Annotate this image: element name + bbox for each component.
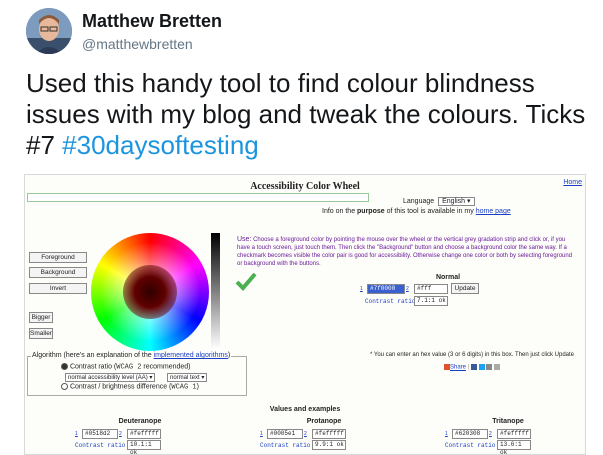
prot-bg-input[interactable]: #fefffff [312,429,346,439]
smaller-button[interactable]: Smaller [29,328,53,339]
algorithm-legend: Algorithm (here's an explanation of the … [31,352,232,359]
hashtag-link[interactable]: #30daysoftesting [62,130,259,160]
language-value: English [442,198,466,205]
option2-suffix: ) [196,383,199,391]
deficiency-name: Tritanope [492,418,524,425]
language-row: Language English ▾ [403,197,475,206]
invert-button[interactable]: Invert [29,283,87,294]
text-size-value: normal text [170,375,200,381]
deficiency-tritanope: Tritanope [443,418,573,425]
legend-suffix: ) [227,352,231,359]
info-bold: purpose [357,208,385,215]
trit-contrast-label: Contrast ratio [445,442,496,449]
prot-fg-input[interactable]: #0005e1 [267,429,303,439]
text-size-select[interactable]: normal text ▾ [167,373,208,382]
level-select[interactable]: normal accessibility level (AA) ▾ [65,373,156,382]
normal-fg-num: 1 [360,286,363,292]
info-mid: of this tool is available in my [384,208,476,215]
normal-bg-num: 2 [406,286,409,292]
color-wheel-center [123,265,177,319]
use-instructions: Use: Choose a foreground color by pointi… [237,236,579,268]
more-icon[interactable] [493,364,500,370]
deficiency-protanope: Protanope [259,418,389,425]
normal-fg-input[interactable]: #7f0000 [367,284,405,294]
algorithms-link[interactable]: implemented algorithms [154,352,228,359]
update-button[interactable]: Update [451,283,479,294]
color-preview-bar [27,193,369,202]
tool-title: Accessibility Color Wheel [250,181,360,192]
normal-title: Normal [435,274,461,281]
prot-fg-num: 1 [260,431,263,437]
trit-fg-num: 1 [445,431,448,437]
option1-prefix: Contrast ratio ( [69,363,117,371]
prot-contrast-label: Contrast ratio [260,442,311,449]
option-contrast-ratio[interactable]: Contrast ratio (WCAG 2 recommended) [61,363,191,371]
deficiency-deuteranope: Deuteranope [75,418,205,425]
home-link[interactable]: Home [563,179,582,186]
author-handle[interactable]: @matthewbretten [82,36,193,52]
deficiency-name: Deuteranope [118,418,162,425]
prot-bg-num: 2 [304,431,307,437]
email-icon[interactable] [486,364,493,370]
trit-fg-input[interactable]: #620308 [452,429,488,439]
hex-note: * You can enter an hex value (3 or 6 dig… [370,352,575,358]
use-label: Use: [237,236,252,243]
trit-bg-input[interactable]: #fefffff [497,429,531,439]
deut-fg-input[interactable]: #0518d2 [82,429,118,439]
values-title: Values and examples [269,406,341,413]
language-select[interactable]: English ▾ [438,197,475,206]
radio-unselected-icon[interactable] [61,383,68,390]
info-line: Info on the purpose of this tool is avai… [322,208,511,215]
tweet-text: Used this handy tool to find colour blin… [26,68,596,161]
background-button[interactable]: Background [29,267,87,278]
option2-prefix: Contrast / brightness difference ( [69,383,172,391]
trit-bg-num: 2 [489,431,492,437]
deut-fg-num: 1 [75,431,78,437]
author-name[interactable]: Matthew Bretten [82,11,222,32]
deficiency-name: Protanope [306,418,342,425]
option2-code: WCAG 1 [171,383,197,392]
legend-prefix: Algorithm (here's an explanation of the [32,352,154,359]
radio-selected-icon[interactable] [61,363,68,370]
author-avatar[interactable] [26,8,72,54]
facebook-icon[interactable] [470,364,477,370]
trit-contrast-value: 13.6:1 ok [497,440,531,454]
language-label: Language [403,198,435,205]
deut-bg-input[interactable]: #fefffff [127,429,161,439]
share-widget[interactable]: Share | [444,364,500,371]
twitter-icon[interactable] [478,364,485,370]
normal-bg-input[interactable]: #fff [414,284,448,294]
option-brightness[interactable]: Contrast / brightness difference (WCAG 1… [61,383,199,391]
foreground-button[interactable]: Foreground [29,252,87,263]
use-text: Choose a foreground color by pointing th… [237,237,573,267]
normal-contrast-label: Contrast ratio [365,298,416,305]
share-link[interactable]: Share [450,365,466,371]
tool-screenshot[interactable]: Accessibility Color Wheel Home Language … [24,174,586,455]
level-value: normal accessibility level (AA) [68,375,148,381]
deut-bg-num: 2 [119,431,122,437]
deut-contrast-label: Contrast ratio [75,442,126,449]
bigger-button[interactable]: Bigger [29,312,53,323]
deut-contrast-value: 10.1:1 ok [127,440,161,454]
option1-code: WCAG 2 [116,363,142,372]
prot-contrast-value: 9.9:1 ok [312,440,346,450]
grey-strip[interactable] [211,233,220,349]
home-page-link[interactable]: home page [476,208,511,215]
info-prefix: Info on the [322,208,358,215]
checkmark-icon [235,271,257,293]
option1-suffix: recommended) [141,363,191,371]
normal-contrast-value: 7.1:1 ok [414,296,448,306]
